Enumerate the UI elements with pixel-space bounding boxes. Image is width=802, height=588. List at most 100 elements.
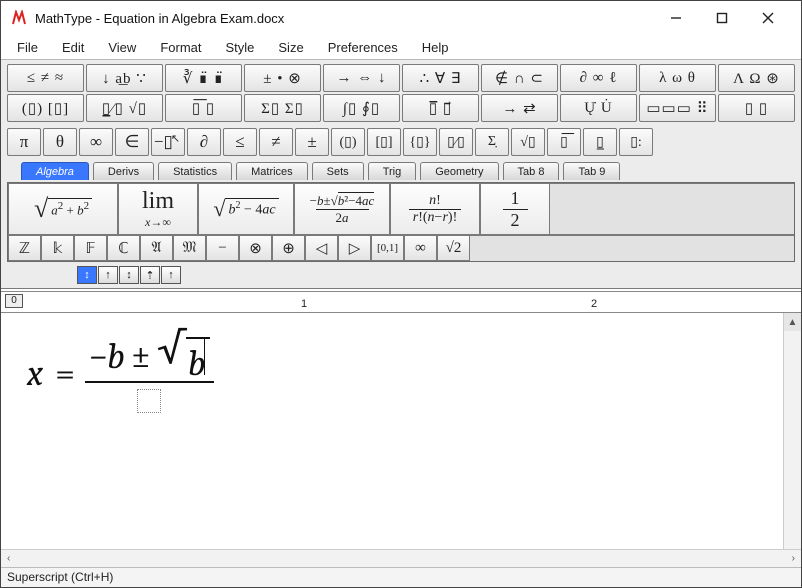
symbol-pi[interactable]: π: [7, 128, 41, 156]
equation-lhs[interactable]: x: [21, 353, 49, 394]
palette-relations[interactable]: ≤ ≠ ≈: [7, 64, 84, 92]
fraction[interactable]: −b ± √ b: [85, 333, 214, 413]
equation-editor[interactable]: x = −b ± √ b ▲: [1, 313, 801, 549]
mini-interval[interactable]: [0,1]: [371, 235, 404, 261]
palette-boxes[interactable]: ▯ ▯: [718, 94, 795, 122]
horizontal-scrollbar[interactable]: ‹ ›: [1, 549, 801, 567]
symbol-pm[interactable]: ±: [295, 128, 329, 156]
menu-format[interactable]: Format: [148, 38, 213, 57]
palette-arrows[interactable]: → ⇔ ↓: [323, 64, 400, 92]
menu-style[interactable]: Style: [213, 38, 266, 57]
radicand[interactable]: b: [186, 337, 210, 379]
palette-operators[interactable]: ± • ⊗: [244, 64, 321, 92]
palette-labeledarrows[interactable]: → ⇄: [481, 94, 558, 122]
fraction-denominator-slot[interactable]: [137, 389, 161, 413]
align-btn-2[interactable]: ↑: [98, 266, 118, 284]
palette-barsarrows[interactable]: ▯̅ ▯⃗: [402, 94, 479, 122]
tab-9[interactable]: Tab 9: [563, 162, 620, 180]
palette-set-theory[interactable]: ∉ ∩ ⊂: [481, 64, 558, 92]
palette-logic[interactable]: ∴ ∀ ∃: [402, 64, 479, 92]
tab-geometry[interactable]: Geometry: [420, 162, 498, 180]
scroll-up-icon[interactable]: ▲: [784, 313, 801, 331]
mini-rhd[interactable]: ▷: [338, 235, 371, 261]
align-btn-4[interactable]: ⇡: [140, 266, 160, 284]
vertical-scrollbar[interactable]: ▲: [783, 313, 801, 549]
align-btn-5[interactable]: ↑: [161, 266, 181, 284]
radical[interactable]: √ b: [157, 333, 210, 379]
mini-fraktur-a[interactable]: 𝔄: [140, 235, 173, 261]
mini-lhd[interactable]: ◁: [305, 235, 338, 261]
symbol-parens[interactable]: (▯): [331, 128, 365, 156]
template-limit[interactable]: lim x→∞: [118, 183, 198, 235]
symbol-theta[interactable]: θ: [43, 128, 77, 156]
symbol-align[interactable]: ▯:: [619, 128, 653, 156]
template-quadratic-num[interactable]: −b±√b²−4ac 2a: [294, 183, 390, 235]
maximize-button[interactable]: [699, 4, 745, 32]
menu-view[interactable]: View: [96, 38, 148, 57]
menu-preferences[interactable]: Preferences: [316, 38, 410, 57]
tab-statistics[interactable]: Statistics: [158, 162, 232, 180]
minus-b[interactable]: −b: [89, 336, 125, 377]
palette-sums[interactable]: Σ▯ Σ▯: [244, 94, 321, 122]
mini-field-k[interactable]: 𝕜: [41, 235, 74, 261]
scroll-right-icon[interactable]: ›: [786, 553, 801, 564]
tab-8[interactable]: Tab 8: [503, 162, 560, 180]
symbol-overbar[interactable]: ▯͞: [547, 128, 581, 156]
symbol-sum[interactable]: Σ̣: [475, 128, 509, 156]
template-discriminant[interactable]: √b2 − 4ac: [198, 183, 294, 235]
tab-sets[interactable]: Sets: [312, 162, 364, 180]
symbol-sqrt[interactable]: √▯: [511, 128, 545, 156]
palette-matrices[interactable]: ▭▭▭ ⠿: [639, 94, 716, 122]
palette-embellish[interactable]: ∛ ∎̈ ∎̈: [165, 64, 242, 92]
palette-subsup[interactable]: ▯͞ ▯: [165, 94, 242, 122]
menu-size[interactable]: Size: [266, 38, 315, 57]
symbol-brackets[interactable]: [▯]: [367, 128, 401, 156]
tab-trig[interactable]: Trig: [368, 162, 417, 180]
symbol-underbar[interactable]: ▯̲: [583, 128, 617, 156]
align-btn-1[interactable]: ↕: [77, 266, 97, 284]
symbol-negate[interactable]: −▯↖: [151, 128, 185, 156]
tab-algebra[interactable]: Algebra: [21, 162, 89, 180]
symbol-partial[interactable]: ∂: [187, 128, 221, 156]
mini-complex[interactable]: ℂ: [107, 235, 140, 261]
tab-matrices[interactable]: Matrices: [236, 162, 308, 180]
palette-spaces[interactable]: ↓ a͟b ∵: [86, 64, 163, 92]
ruler[interactable]: 0 1 2: [1, 291, 801, 313]
palette-misc[interactable]: ∂ ∞ ℓ: [560, 64, 637, 92]
palette-fences[interactable]: (▯) [▯]: [7, 94, 84, 122]
plus-minus[interactable]: ±: [125, 336, 157, 377]
menu-edit[interactable]: Edit: [50, 38, 96, 57]
template-sqrt-a2b2[interactable]: √a2 + b2: [8, 183, 118, 235]
align-btn-3[interactable]: ↕: [119, 266, 139, 284]
palette-products[interactable]: Ų̇ U̇: [560, 94, 637, 122]
close-button[interactable]: [745, 4, 791, 32]
mini-oplus[interactable]: ⊕: [272, 235, 305, 261]
symbol-element[interactable]: ∈: [115, 128, 149, 156]
scroll-left-icon[interactable]: ‹: [1, 553, 16, 564]
symbol-leq[interactable]: ≤: [223, 128, 257, 156]
palette-greek-lower[interactable]: λ ω θ: [639, 64, 716, 92]
mini-integers[interactable]: ℤ: [8, 235, 41, 261]
palette-integrals[interactable]: ∫▯ ∮▯: [323, 94, 400, 122]
mini-fraktur-m[interactable]: 𝔐: [173, 235, 206, 261]
minimize-button[interactable]: [653, 4, 699, 32]
mini-field-f[interactable]: 𝔽: [74, 235, 107, 261]
mini-otimes[interactable]: ⊗: [239, 235, 272, 261]
mini-sqrt2[interactable]: √2: [437, 235, 470, 261]
tab-derivs[interactable]: Derivs: [93, 162, 154, 180]
symbol-infinity[interactable]: ∞: [79, 128, 113, 156]
palette-greek-upper[interactable]: Λ Ω ⊛: [718, 64, 795, 92]
symbol-neq[interactable]: ≠: [259, 128, 293, 156]
menu-help[interactable]: Help: [410, 38, 461, 57]
template-combination[interactable]: n! r!(n−r)!: [390, 183, 480, 235]
fraction-numerator[interactable]: −b ± √ b: [85, 333, 214, 383]
palette-fractions[interactable]: ▯̲⁄▯ √▯: [86, 94, 163, 122]
ruler-origin[interactable]: 0: [5, 294, 23, 308]
menu-file[interactable]: File: [5, 38, 50, 57]
mini-minus[interactable]: −: [206, 235, 239, 261]
equals-sign[interactable]: =: [49, 353, 81, 394]
template-onehalf[interactable]: 12: [480, 183, 550, 235]
symbol-braces[interactable]: {▯}: [403, 128, 437, 156]
mini-infinity[interactable]: ∞: [404, 235, 437, 261]
symbol-fraction[interactable]: ▯⁄▯: [439, 128, 473, 156]
